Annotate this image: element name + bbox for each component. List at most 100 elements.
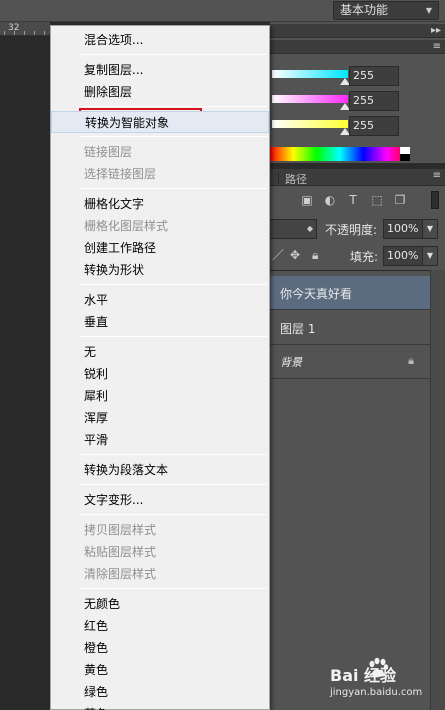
opacity-label: 不透明度: [325,223,378,237]
layer-name: 背景 [280,356,302,369]
horizontal-ruler: 32 [0,22,50,36]
layer-name: 图层 1 [280,322,316,336]
color-spectrum-ramp[interactable] [270,147,410,161]
menu-item: 粘贴图层样式 [84,545,157,559]
adjustment-filter-icon[interactable]: ◐ [323,193,337,207]
menu-item[interactable]: 混合选项... [51,29,269,51]
menu-item[interactable]: 锐利 [51,363,269,385]
chevron-updown-icon: ◆ [306,224,313,233]
menu-item[interactable]: 文字变形... [51,489,269,511]
menu-separator [80,336,267,337]
menu-separator [80,588,267,589]
tab-paths[interactable]: 路径 [285,171,307,187]
menu-item[interactable]: 复制图层... [51,59,269,81]
menu-item[interactable]: 绿色 [51,681,269,703]
menu-item[interactable]: 黄色 [51,659,269,681]
color-panel-header: ≡ [270,40,445,54]
workspace-switcher[interactable]: 基本功能 ▼ [333,1,439,20]
baidu-jingyan-watermark: Bai 经验 jingyan.baidu.com [330,652,440,707]
canvas-area[interactable] [0,22,50,710]
menu-item[interactable]: 转换为形状 [51,259,269,281]
ruler-tick [34,31,35,35]
menu-item[interactable]: 红色 [51,615,269,637]
menu-item: 链接图层 [84,145,133,159]
layer-row-text[interactable]: 你今天真好看 [270,276,430,310]
lock-fill-row: ／ ✥ 🔒︎ 填充: 100% ▼ [270,245,445,267]
fill-dropdown-button[interactable]: ▼ [422,246,438,266]
lock-all-icon[interactable]: 🔒︎ [312,248,318,262]
panel-menu-icon[interactable]: ≡ [433,170,441,182]
menu-item: 清除图层样式 [84,567,157,581]
lock-icon: 🔒︎ [408,354,414,367]
blend-opacity-row: ◆ 不透明度: 100% ▼ [270,218,445,240]
menu-item[interactable]: 转换为段落文本 [51,459,269,481]
menu-separator [80,106,267,107]
layer-row[interactable]: 图层 1 [270,311,430,345]
menu-item[interactable]: 蓝色 [51,703,269,710]
layer-name: 你今天真好看 [280,287,353,301]
menu-separator [80,188,267,189]
ruler-tick [4,31,5,35]
layers-scrollbar[interactable] [430,270,445,710]
chevron-down-icon: ▼ [425,6,432,15]
color-slider-track[interactable] [272,120,348,128]
opacity-dropdown-button[interactable]: ▼ [422,219,438,239]
ruler-tick [24,31,25,35]
menu-item[interactable]: 栅格化文字 [51,193,269,215]
black-white-swatch[interactable] [400,147,410,161]
panel-menu-icon[interactable]: ≡ [433,41,441,53]
menu-item[interactable]: 无 [51,341,269,363]
menu-item[interactable]: 创建工作路径 [51,237,269,259]
menu-item[interactable]: 犀利 [51,385,269,407]
color-slider-row: 255 [270,91,445,113]
menu-item[interactable]: 浑厚 [51,407,269,429]
lock-position-icon[interactable]: ✥ [290,248,300,262]
type-filter-icon[interactable]: T [346,193,360,207]
layer-context-menu: 混合选项... 复制图层... 删除图层转换为智能对象链接图层选择链接图层栅格化文字… [50,25,270,710]
menu-separator [80,454,267,455]
ruler-tick [44,31,45,35]
menu-separator [80,514,267,515]
menu-item: 栅格化图层样式 [84,219,169,233]
fill-field[interactable]: 100% [383,246,423,266]
menu-separator [80,136,267,137]
lock-pixels-icon[interactable]: ／ [272,248,284,262]
color-slider-row: 255 [270,66,445,88]
color-value-field[interactable]: 255 [349,66,399,86]
opacity-field[interactable]: 100% [383,219,423,239]
menu-item[interactable]: 转换为智能对象 [51,111,269,133]
color-slider-row: 255 [270,116,445,138]
menu-item[interactable]: 水平 [51,289,269,311]
paw-icon [369,657,389,677]
tab-divider [278,171,279,184]
color-slider-track[interactable] [272,95,348,103]
watermark-site: jingyan.baidu.com [330,687,423,698]
filter-toggle[interactable] [431,191,439,209]
menu-item[interactable]: 垂直 [51,311,269,333]
menu-item[interactable]: 平滑 [51,429,269,451]
ruler-tick [14,31,15,35]
menu-separator [80,54,267,55]
menu-separator [80,484,267,485]
menu-item: 拷贝图层样式 [84,523,157,537]
image-filter-icon[interactable]: ▣ [300,193,314,207]
shape-filter-icon[interactable]: ⬚ [370,193,384,207]
layers-list-divider [270,270,445,271]
menu-item[interactable]: 无颜色 [51,593,269,615]
layer-filter-row: ▣ ◐ T ⬚ ❐ [270,188,445,214]
color-value-field[interactable]: 255 [349,91,399,111]
fill-label: 填充: [350,250,379,264]
menu-item[interactable]: 橙色 [51,637,269,659]
workspace-label: 基本功能 [340,3,389,17]
panel-header-top: ▸▸ [270,24,445,38]
blend-mode-select[interactable]: ◆ [270,219,317,239]
layers-panel-tabbar: 路径 ≡ [270,169,445,186]
panel-collapse-icon[interactable]: ▸▸ [431,25,441,37]
layer-row-background[interactable]: 背景 🔒︎ [270,345,430,379]
menu-item[interactable]: 删除图层 [51,81,269,103]
menu-item: 选择链接图层 [84,167,157,181]
smart-object-filter-icon[interactable]: ❐ [393,193,407,207]
color-slider-track[interactable] [272,70,348,78]
color-value-field[interactable]: 255 [349,116,399,136]
top-bar: 基本功能 ▼ [0,0,445,22]
